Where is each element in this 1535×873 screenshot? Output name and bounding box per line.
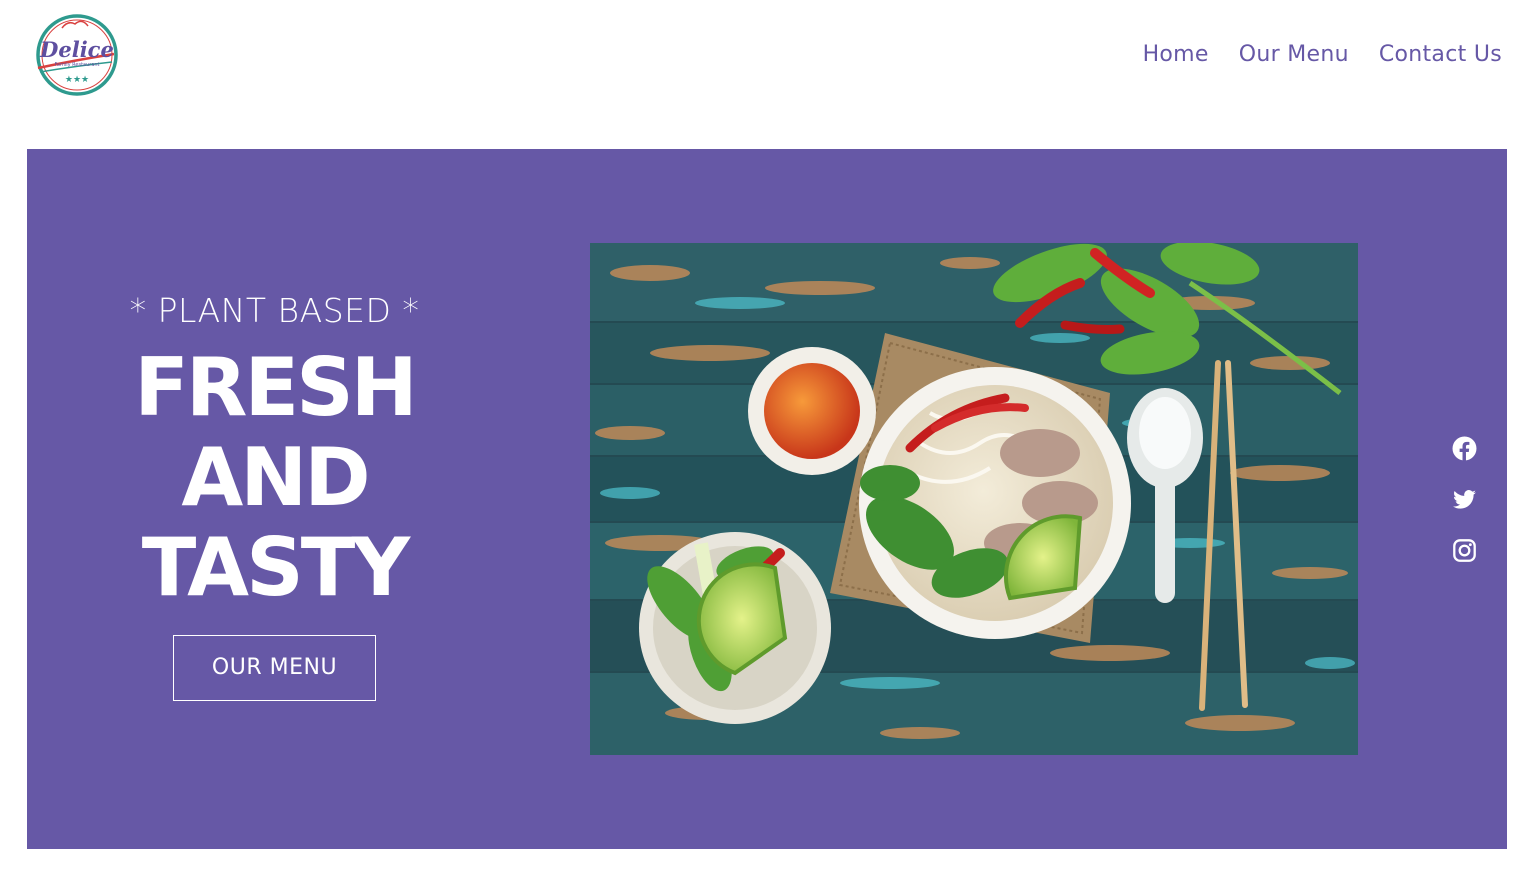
hero-text-block: * PLANT BASED * FRESH AND TASTY OUR MENU: [87, 289, 462, 701]
svg-text:Delice: Delice: [39, 37, 114, 62]
hero-headline-line-2: AND: [181, 431, 370, 524]
nav-link-our-menu[interactable]: Our Menu: [1239, 42, 1349, 67]
pho-noodle-soup-photo: [590, 243, 1358, 755]
hero-banner: * PLANT BASED * FRESH AND TASTY OUR MENU: [27, 149, 1507, 849]
hero-headline: FRESH AND TASTY: [87, 343, 462, 613]
twitter-icon[interactable]: [1452, 487, 1477, 512]
our-menu-button[interactable]: OUR MENU: [173, 635, 376, 701]
svg-text:Family Restaurant: Family Restaurant: [54, 62, 99, 68]
facebook-icon[interactable]: [1452, 436, 1477, 461]
hero-headline-line-3: TASTY: [141, 521, 410, 614]
nav-link-contact-us[interactable]: Contact Us: [1379, 42, 1502, 67]
restaurant-logo[interactable]: Delice Family Restaurant ★★★: [32, 12, 122, 98]
social-links: [1452, 436, 1477, 563]
main-nav: Home Our Menu Contact Us: [1143, 42, 1502, 67]
hero-headline-line-1: FRESH: [134, 341, 417, 434]
hero-eyebrow: * PLANT BASED *: [129, 291, 420, 330]
instagram-icon[interactable]: [1452, 538, 1477, 563]
nav-link-home[interactable]: Home: [1143, 42, 1209, 67]
svg-text:★★★: ★★★: [65, 75, 89, 85]
site-header: Delice Family Restaurant ★★★ Home Our Me…: [0, 0, 1535, 115]
